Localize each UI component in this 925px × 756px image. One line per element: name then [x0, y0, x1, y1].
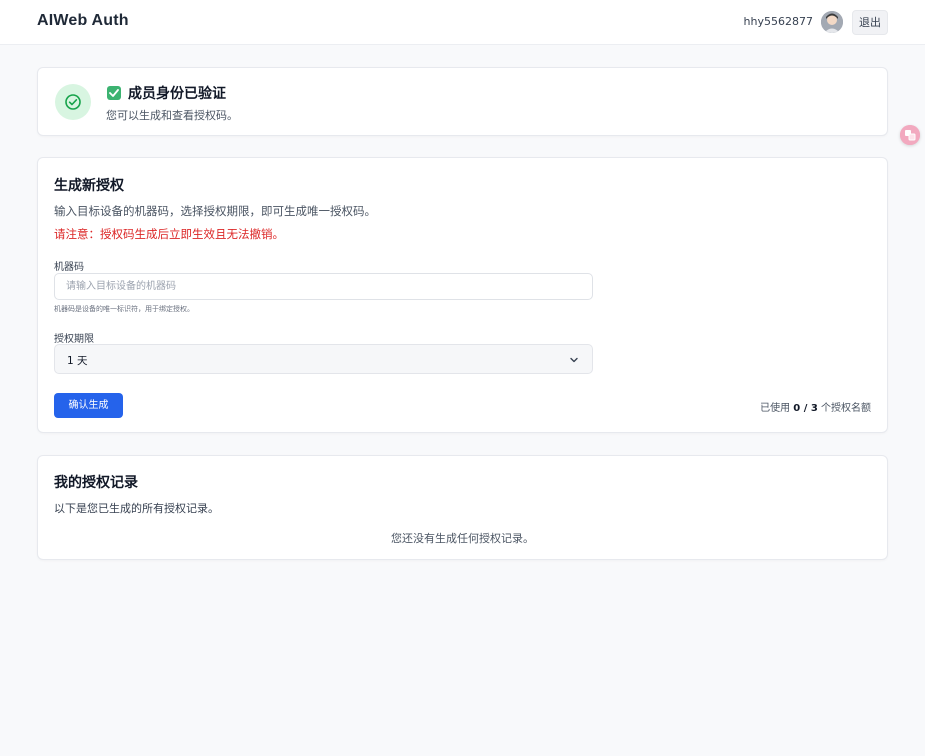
verified-circle-icon [55, 84, 91, 120]
chevron-down-icon [570, 357, 578, 363]
records-title: 我的授权记录 [54, 475, 138, 491]
records-card: 我的授权记录 以下是您已生成的所有授权记录。 您还没有生成任何授权记录。 [37, 455, 888, 560]
logout-button[interactable]: 退出 [852, 10, 888, 35]
quota-used: 0 / 3 [793, 403, 818, 414]
confirm-generate-button[interactable]: 确认生成 [54, 393, 123, 418]
machine-code-hint: 机器码是设备的唯一标识符，用于绑定授权。 [54, 305, 194, 313]
generate-title: 生成新授权 [54, 178, 124, 194]
period-select-value: 1 天 [67, 355, 88, 367]
verified-title: 成员身份已验证 [128, 86, 226, 102]
generate-description: 输入目标设备的机器码，选择授权期限，即可生成唯一授权码。 [54, 204, 376, 218]
verified-subtitle: 您可以生成和查看授权码。 [106, 109, 238, 122]
records-empty-state: 您还没有生成任何授权记录。 [391, 532, 534, 545]
period-select[interactable]: 1 天 [54, 344, 593, 374]
generate-warning: 请注意：授权码生成后立即生效且无法撤销。 [54, 227, 284, 241]
quota-text: 已使用 0 / 3 个授权名额 [760, 399, 871, 414]
records-description: 以下是您已生成的所有授权记录。 [54, 502, 219, 515]
translate-icon[interactable] [900, 125, 920, 145]
username: hhy5562877 [743, 15, 813, 28]
quota-prefix: 已使用 [760, 403, 791, 414]
checkbox-check-icon [107, 86, 121, 100]
verified-card: 成员身份已验证 您可以生成和查看授权码。 [37, 67, 888, 136]
brand-title[interactable]: AIWeb Auth [37, 12, 129, 30]
machine-code-input[interactable] [54, 273, 593, 300]
top-bar: AIWeb Auth hhy5562877 退出 [0, 0, 925, 45]
machine-code-label: 机器码 [54, 262, 84, 273]
avatar[interactable] [821, 11, 843, 33]
period-label: 授权期限 [54, 334, 94, 345]
quota-suffix: 个授权名额 [821, 403, 871, 414]
generate-card: 生成新授权 输入目标设备的机器码，选择授权期限，即可生成唯一授权码。 请注意：授… [37, 157, 888, 433]
